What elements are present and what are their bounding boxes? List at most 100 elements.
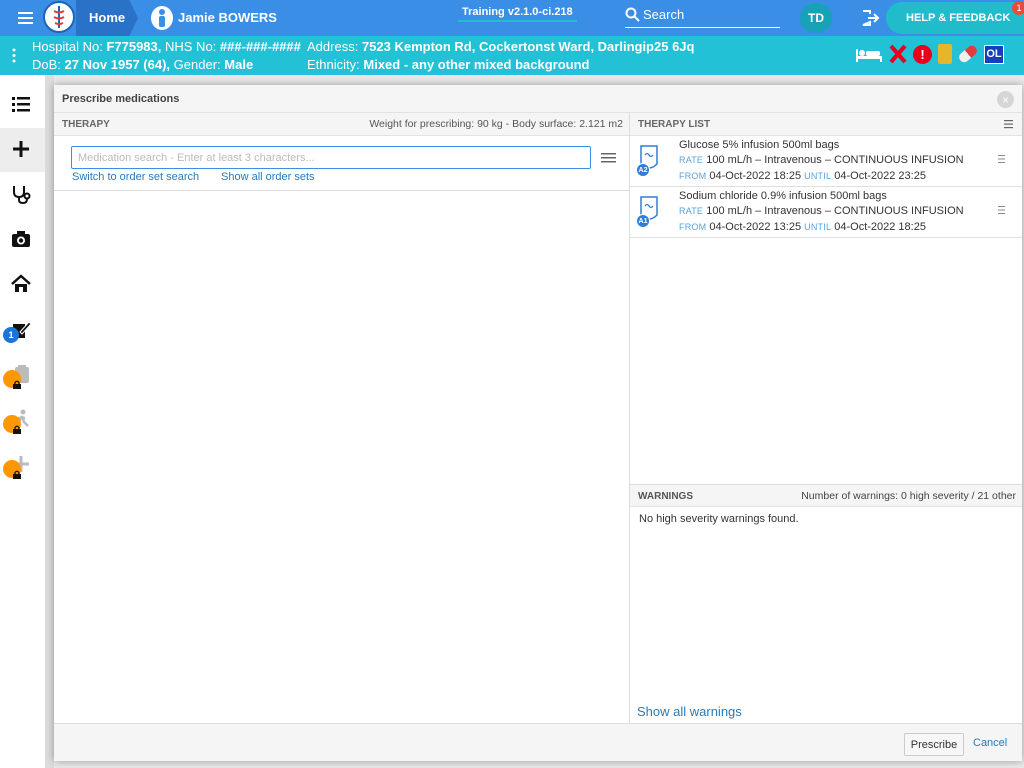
sidebar-item-locked-3[interactable] xyxy=(0,443,45,487)
dob-value: 27 Nov 1957 (64), xyxy=(64,57,171,72)
address-value: 7523 Kempton Rd, Cockertonst Ward, Darli… xyxy=(361,39,695,54)
status-icons: ! OL xyxy=(855,43,1004,65)
bed-icon[interactable] xyxy=(855,45,883,63)
rate-value: 100 mL/h – Intravenous – CONTINUOUS INFU… xyxy=(706,205,964,217)
top-bar: Home Jamie BOWERS Training v2.1.0-ci.218… xyxy=(0,0,1024,36)
kebab-menu-icon[interactable] xyxy=(12,48,16,63)
sidebar-item-add[interactable] xyxy=(0,128,45,172)
from-value: 04-Oct-2022 18:25 xyxy=(709,170,802,182)
therapy-tag: A2 xyxy=(636,163,650,177)
prescribe-medications-dialog: Prescribe medications × THERAPY Weight f… xyxy=(54,85,1022,761)
sidebar-item-clinical[interactable] xyxy=(0,173,45,217)
sidebar-item-camera[interactable] xyxy=(0,218,45,262)
therapy-rate: RATE 100 mL/h – Intravenous – CONTINUOUS… xyxy=(679,205,964,217)
cancel-button[interactable]: Cancel xyxy=(973,737,1007,749)
patient-name[interactable]: Jamie BOWERS xyxy=(178,10,277,25)
from-value: 04-Oct-2022 13:25 xyxy=(709,221,802,233)
therapy-item-menu-icon[interactable] xyxy=(998,154,1006,164)
therapy-panel: THERAPY Weight for prescribing: 90 kg - … xyxy=(54,113,630,723)
warnings-message: No high severity warnings found. xyxy=(639,513,799,525)
dob-label: DoB: xyxy=(32,57,61,72)
therapy-item[interactable]: A1 Sodium chloride 0.9% infusion 500ml b… xyxy=(630,187,1022,238)
dialog-footer: Prescribe Cancel xyxy=(54,723,1022,761)
notes-count-badge: 1 xyxy=(3,327,19,343)
until-label: UNTIL xyxy=(804,222,832,232)
user-avatar[interactable]: TD xyxy=(800,3,832,33)
prescribe-button[interactable]: Prescribe xyxy=(904,733,964,756)
therapy-dates: FROM 04-Oct-2022 18:25 UNTIL 04-Oct-2022… xyxy=(679,170,926,182)
search-label: Search xyxy=(643,7,685,22)
therapy-item[interactable]: A2 Glucose 5% infusion 500ml bags RATE 1… xyxy=(630,136,1022,187)
nhs-no-label: NHS No: xyxy=(165,39,217,54)
from-label: FROM xyxy=(679,171,707,181)
therapy-rate: RATE 100 mL/h – Intravenous – CONTINUOUS… xyxy=(679,154,964,166)
help-feedback-button[interactable]: HELP & FEEDBACK xyxy=(886,2,1024,34)
patient-ethnicity: Ethnicity: Mixed - any other mixed backg… xyxy=(307,57,589,72)
gender-value: Male xyxy=(224,57,254,72)
lock-icon xyxy=(3,370,21,389)
until-value: 04-Oct-2022 18:25 xyxy=(834,221,926,233)
hospital-no-label: Hospital No: xyxy=(32,39,103,54)
plus-icon xyxy=(13,141,29,157)
hamburger-menu-icon[interactable] xyxy=(18,10,36,26)
sidebar-item-discharge[interactable] xyxy=(0,263,45,307)
from-label: FROM xyxy=(679,222,707,232)
stethoscope-icon xyxy=(13,186,31,205)
alert-icon[interactable]: ! xyxy=(913,44,932,64)
caduceus-icon xyxy=(53,6,65,28)
therapy-dates: FROM 04-Oct-2022 13:25 UNTIL 04-Oct-2022… xyxy=(679,221,926,233)
rate-value: 100 mL/h – Intravenous – CONTINUOUS INFU… xyxy=(706,154,964,166)
address-label: Address: xyxy=(307,39,359,54)
until-value: 04-Oct-2022 23:25 xyxy=(834,170,926,182)
therapy-list-panel: THERAPY LIST A2 Glucose 5% infusion 500m… xyxy=(630,113,1022,723)
patient-banner: Hospital No: F775983, NHS No: ###-###-##… xyxy=(0,36,1024,75)
list-icon xyxy=(12,97,30,112)
medication-search-input[interactable] xyxy=(71,146,591,169)
global-search[interactable]: Search xyxy=(625,5,780,28)
therapy-item-menu-icon[interactable] xyxy=(998,205,1006,215)
sidebar-item-locked-2[interactable] xyxy=(0,398,45,442)
switch-order-set-link[interactable]: Switch to order set search xyxy=(72,171,199,183)
ol-badge[interactable]: OL xyxy=(984,44,1004,64)
rate-label: RATE xyxy=(679,155,704,165)
hospital-no: F775983, xyxy=(106,39,162,54)
red-x-icon[interactable] xyxy=(889,44,907,64)
dialog-title: Prescribe medications xyxy=(62,93,180,105)
therapy-name: Sodium chloride 0.9% infusion 500ml bags xyxy=(679,190,887,202)
divider xyxy=(54,190,630,191)
sidebar-item-list[interactable] xyxy=(0,83,45,127)
patient-ids: Hospital No: F775983, NHS No: ###-###-##… xyxy=(32,39,301,54)
rate-label: RATE xyxy=(679,206,704,216)
nhs-no: ###-###-#### xyxy=(219,39,301,54)
therapy-list-header: THERAPY LIST xyxy=(630,113,1022,136)
home-icon xyxy=(11,274,31,292)
therapy-title: THERAPY xyxy=(62,119,110,130)
lock-icon xyxy=(3,460,21,479)
therapy-header: THERAPY Weight for prescribing: 90 kg - … xyxy=(54,113,629,136)
pill-icon[interactable] xyxy=(957,43,979,65)
patient-person-icon xyxy=(151,6,173,30)
close-button[interactable]: × xyxy=(997,91,1014,108)
show-all-warnings-link[interactable]: Show all warnings xyxy=(637,704,742,719)
therapy-name: Glucose 5% infusion 500ml bags xyxy=(679,139,840,151)
lock-icon xyxy=(3,415,21,434)
allergy-clipboard-icon[interactable] xyxy=(938,44,952,64)
show-order-sets-link[interactable]: Show all order sets xyxy=(221,171,315,183)
dialog-header: Prescribe medications × xyxy=(54,85,1022,113)
therapy-tag: A1 xyxy=(636,214,650,228)
ethnicity-label: Ethnicity: xyxy=(307,57,360,72)
home-tab[interactable]: Home xyxy=(89,10,125,25)
logout-icon[interactable] xyxy=(860,8,880,28)
sidebar-item-notes[interactable]: 1 xyxy=(0,308,45,352)
sidebar-item-locked-1[interactable] xyxy=(0,353,45,397)
therapy-list-title: THERAPY LIST xyxy=(638,119,711,130)
camera-icon xyxy=(12,231,30,247)
until-label: UNTIL xyxy=(804,171,832,181)
therapy-list-menu-icon[interactable] xyxy=(1004,119,1014,129)
patient-dob-gender: DoB: 27 Nov 1957 (64), Gender: Male xyxy=(32,57,253,72)
search-icon xyxy=(625,7,640,22)
search-options-menu-icon[interactable] xyxy=(601,151,617,165)
ethnicity-value: Mixed - any other mixed background xyxy=(363,57,590,72)
gender-label: Gender: xyxy=(173,57,221,72)
help-notification-badge: 1 xyxy=(1012,1,1024,15)
